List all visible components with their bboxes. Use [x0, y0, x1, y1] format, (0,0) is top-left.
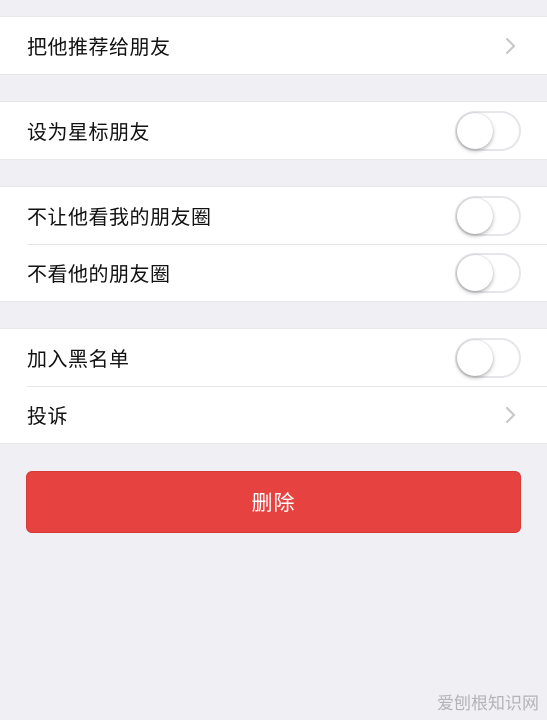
contact-settings-page: 把他推荐给朋友 设为星标朋友 不让他看我的朋友圈 不看他的朋友圈 加入黑名单 投…	[0, 0, 547, 720]
blacklist-cell: 加入黑名单	[0, 329, 547, 386]
delete-button[interactable]: 删除	[26, 471, 521, 533]
switch-knob	[457, 254, 493, 291]
hide-my-moments-label: 不让他看我的朋友圈	[27, 205, 212, 229]
switch-knob	[457, 339, 493, 376]
block-report-group: 加入黑名单 投诉	[0, 328, 547, 444]
chevron-right-icon	[500, 404, 522, 426]
hide-my-moments-switch[interactable]	[455, 195, 521, 236]
recommend-to-friend-label: 把他推荐给朋友	[27, 35, 171, 59]
star-friend-label: 设为星标朋友	[27, 120, 150, 144]
hide-his-moments-switch[interactable]	[455, 252, 521, 293]
star-group: 设为星标朋友	[0, 101, 547, 160]
blacklist-label: 加入黑名单	[27, 347, 130, 371]
star-friend-cell: 设为星标朋友	[0, 102, 547, 159]
watermark: 爱刨根知识网	[437, 694, 539, 714]
share-group: 把他推荐给朋友	[0, 16, 547, 75]
hide-his-moments-cell: 不看他的朋友圈	[0, 244, 547, 301]
report-cell[interactable]: 投诉	[0, 386, 547, 443]
recommend-to-friend-cell[interactable]: 把他推荐给朋友	[0, 17, 547, 74]
hide-my-moments-cell: 不让他看我的朋友圈	[0, 187, 547, 244]
star-friend-switch[interactable]	[455, 110, 521, 151]
chevron-right-icon	[500, 35, 522, 57]
moments-privacy-group: 不让他看我的朋友圈 不看他的朋友圈	[0, 186, 547, 302]
switch-knob	[457, 197, 493, 234]
hide-his-moments-label: 不看他的朋友圈	[27, 262, 171, 286]
blacklist-switch[interactable]	[455, 337, 521, 378]
switch-knob	[457, 112, 493, 149]
report-label: 投诉	[27, 404, 68, 428]
